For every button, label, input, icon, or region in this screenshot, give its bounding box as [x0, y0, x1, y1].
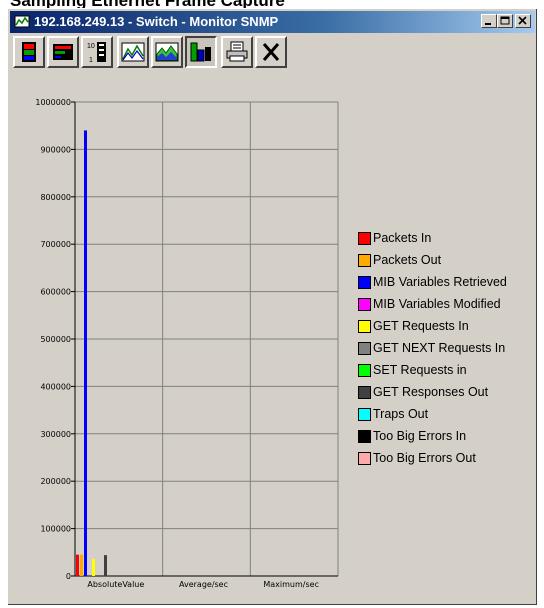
legend-swatch — [358, 276, 371, 289]
legend-label: Too Big Errors Out — [373, 451, 476, 465]
y-tick-label: 400000 — [40, 382, 71, 391]
y-tick-label: 800000 — [40, 193, 71, 202]
legend-swatch — [358, 342, 371, 355]
legend-label: MIB Variables Retrieved — [373, 275, 507, 289]
bar-get-responses-out — [104, 555, 107, 576]
legend-label: GET NEXT Requests In — [373, 341, 506, 355]
legend-label: GET Responses Out — [373, 385, 489, 399]
legend-label: MIB Variables Modified — [373, 297, 501, 311]
y-tick-label: 1000000 — [35, 98, 71, 107]
x-category-label: AbsoluteValue — [87, 580, 144, 589]
legend-swatch — [358, 364, 371, 377]
y-tick-label: 0 — [66, 572, 71, 581]
x-category-label: Maximum/sec — [263, 580, 319, 589]
legend-swatch — [358, 232, 371, 245]
legend-swatch — [358, 298, 371, 311]
legend-swatch — [358, 386, 371, 399]
legend-label: Packets In — [373, 231, 432, 245]
legend-label: Too Big Errors In — [373, 429, 467, 443]
legend-swatch — [358, 452, 371, 465]
legend-swatch — [358, 254, 371, 267]
bar-mib-variables-retrieved — [84, 130, 87, 576]
y-tick-label: 200000 — [40, 477, 71, 486]
legend-label: GET Requests In — [373, 319, 469, 333]
legend-swatch — [358, 430, 371, 443]
x-category-label: Average/sec — [179, 580, 228, 589]
y-tick-label: 300000 — [40, 430, 71, 439]
bar-packets-out — [80, 554, 83, 576]
y-tick-label: 700000 — [40, 240, 71, 249]
y-tick-label: 600000 — [40, 288, 71, 297]
legend-label: SET Requests in — [373, 363, 467, 377]
y-tick-label: 900000 — [40, 145, 71, 154]
y-tick-label: 100000 — [40, 525, 71, 534]
legend-label: Traps Out — [373, 407, 429, 421]
legend-swatch — [358, 320, 371, 333]
bar-get-requests-in — [92, 558, 95, 576]
y-tick-label: 500000 — [40, 335, 71, 344]
bar-packets-in — [76, 554, 79, 576]
legend-label: Packets Out — [373, 253, 442, 267]
legend-swatch — [358, 408, 371, 421]
